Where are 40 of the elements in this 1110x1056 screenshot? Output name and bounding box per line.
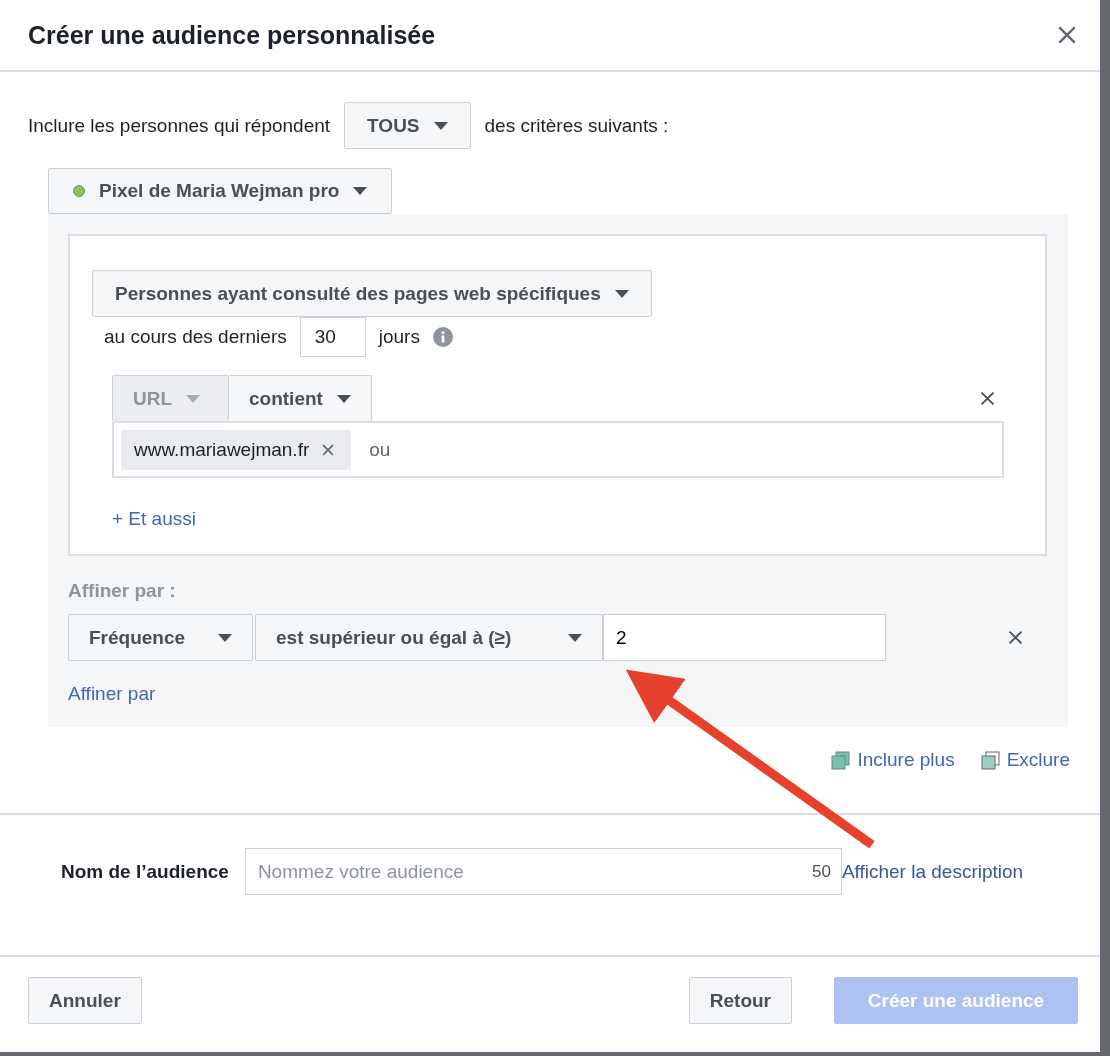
url-field[interactable]: www.mariawejman.fr ou [112, 421, 1004, 478]
label: jours [378, 326, 420, 348]
match-dropdown[interactable]: TOUS [344, 102, 471, 149]
close-icon[interactable] [1056, 24, 1078, 46]
label: au cours des derniers [104, 326, 287, 348]
dialog-title: Créer une audience personnalisée [28, 20, 437, 50]
add-condition-link[interactable]: + Et aussi [112, 508, 196, 530]
close-icon[interactable] [1007, 629, 1024, 646]
include-link[interactable]: Inclure plus [831, 749, 955, 771]
source-dropdown[interactable]: Pixel de Maria Wejman pro [48, 168, 393, 214]
caret-icon [336, 394, 351, 403]
comparison-dropdown[interactable]: est supérieur ou égal à (≥) [255, 614, 603, 661]
squares-icon [831, 750, 851, 770]
caret-icon [614, 289, 629, 298]
squares-icon [980, 750, 1000, 770]
value-field[interactable]: 2 [603, 614, 886, 661]
caret-icon [433, 121, 448, 130]
caret-icon [353, 187, 368, 195]
caret-icon [218, 633, 232, 642]
exclude-link[interactable]: Exclure [980, 749, 1070, 771]
close-icon[interactable] [979, 389, 996, 407]
description-link[interactable]: Afficher la description [841, 860, 1024, 883]
days-field[interactable]: 30 [299, 317, 366, 357]
char-counter: 50 [811, 861, 831, 882]
metric-dropdown[interactable]: Fréquence [68, 614, 253, 661]
caret-icon [568, 633, 582, 642]
refine-link[interactable]: Affiner par [68, 683, 156, 705]
operator-dropdown[interactable]: contient [229, 375, 372, 421]
info-icon [432, 327, 453, 347]
caret-icon [186, 394, 201, 403]
label: des critères suivants : [484, 114, 669, 137]
event-dropdown[interactable]: Personnes ayant consulté des pages web spécifiques [92, 270, 652, 317]
field-label: Nom de l’audience [61, 860, 229, 883]
cancel-button[interactable]: Annuler [28, 977, 142, 1024]
name-field[interactable]: Nommez votre audience 50 [244, 848, 842, 895]
url-tag: www.mariawejman.fr [121, 429, 352, 470]
back-button[interactable]: Retour [688, 977, 792, 1024]
label: Inclure les personnes qui répondent [28, 114, 331, 137]
section-heading: Affiner par : [68, 580, 176, 602]
close-icon[interactable] [321, 442, 336, 457]
